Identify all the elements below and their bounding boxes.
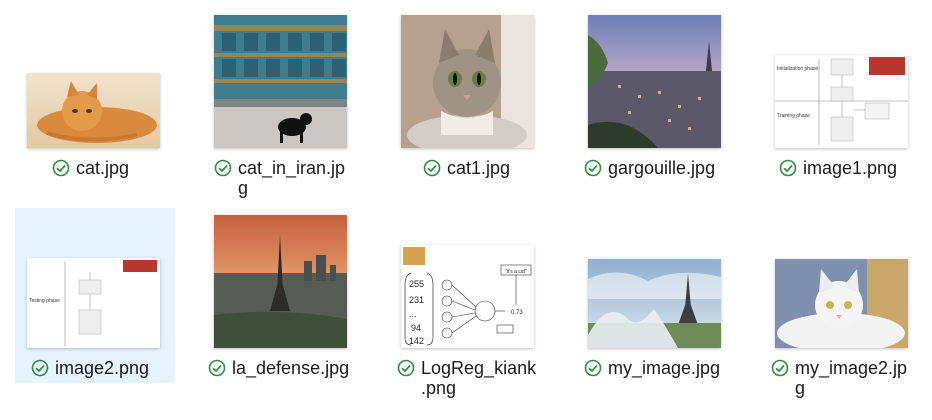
thumb-text: 231 (409, 295, 424, 305)
synced-check-icon (214, 159, 232, 177)
file-item-my-image2-jpg[interactable]: my_image2.jp g (761, 208, 921, 408)
file-item-image1-png[interactable]: Initialization phase Training phase imag… (761, 8, 921, 200)
file-name: my_image2.jp g (795, 358, 908, 398)
synced-check-icon (584, 159, 602, 177)
file-label: cat1.jpg (423, 158, 543, 178)
file-name: la_defense.jpg (232, 358, 350, 378)
file-item-gargouille-jpg[interactable]: gargouille.jpg (574, 8, 734, 200)
file-item-image2-png[interactable]: Testing phase image2.png (15, 208, 175, 383)
file-item-my-image-jpg[interactable]: my_image.jpg (574, 208, 734, 383)
thumb-text: "it's a cat" (505, 269, 527, 275)
thumb-text: Training phase (777, 113, 810, 119)
file-name: cat1.jpg (447, 158, 511, 178)
file-label: image1.png (779, 158, 921, 178)
file-label: my_image2.jp g (771, 358, 921, 398)
thumb-text: Testing phase (29, 298, 60, 304)
thumbnail-image1: Initialization phase Training phase (775, 55, 908, 148)
thumbnail-my-image (588, 259, 721, 348)
file-label: cat_in_iran.jp g (214, 158, 359, 198)
file-item-cat-jpg[interactable]: cat.jpg (15, 8, 175, 200)
synced-check-icon (584, 359, 602, 377)
file-item-logreg-kiank-png[interactable]: 255 231 ... 94 142 "it's a cat" 0.73 Log… (387, 208, 547, 408)
thumbnail-cat1 (401, 15, 534, 148)
synced-check-icon (779, 159, 797, 177)
file-label: image2.png (31, 358, 173, 378)
synced-check-icon (31, 359, 49, 377)
file-name: cat_in_iran.jp g (238, 158, 346, 198)
synced-check-icon (423, 159, 441, 177)
file-label: cat.jpg (52, 158, 172, 178)
thumb-text: 0.73 (511, 310, 523, 316)
thumb-text: Initialization phase (777, 66, 818, 72)
thumb-text: 142 (409, 336, 424, 346)
file-name: image1.png (803, 158, 898, 178)
synced-check-icon (771, 359, 789, 377)
thumbnail-gargouille (588, 15, 721, 148)
file-item-la-defense-jpg[interactable]: la_defense.jpg (200, 208, 360, 383)
file-label: LogReg_kiank .png (397, 358, 547, 398)
thumbnail-my-image2 (775, 259, 908, 348)
thumbnail-cat (27, 73, 160, 148)
file-item-cat1-jpg[interactable]: cat1.jpg (387, 8, 547, 200)
synced-check-icon (52, 159, 70, 177)
thumbnail-image2: Testing phase (27, 258, 160, 348)
file-name: image2.png (55, 358, 150, 378)
file-label: gargouille.jpg (584, 158, 734, 178)
synced-check-icon (397, 359, 415, 377)
file-item-cat-in-iran-jpg[interactable]: cat_in_iran.jp g (200, 8, 360, 208)
file-name: cat.jpg (76, 158, 130, 178)
file-name: my_image.jpg (608, 358, 721, 378)
synced-check-icon (208, 359, 226, 377)
file-label: my_image.jpg (584, 358, 734, 378)
file-name: gargouille.jpg (608, 158, 716, 178)
file-name: LogReg_kiank .png (421, 358, 537, 398)
thumb-text: 94 (411, 323, 421, 333)
thumbnail-cat-in-iran (214, 15, 347, 148)
file-label: la_defense.jpg (208, 358, 358, 378)
thumb-text: 255 (409, 279, 424, 289)
thumb-text: ... (409, 309, 417, 319)
thumbnail-la-defense (214, 215, 347, 348)
thumbnail-logreg-kiank: 255 231 ... 94 142 "it's a cat" 0.73 (401, 245, 534, 348)
